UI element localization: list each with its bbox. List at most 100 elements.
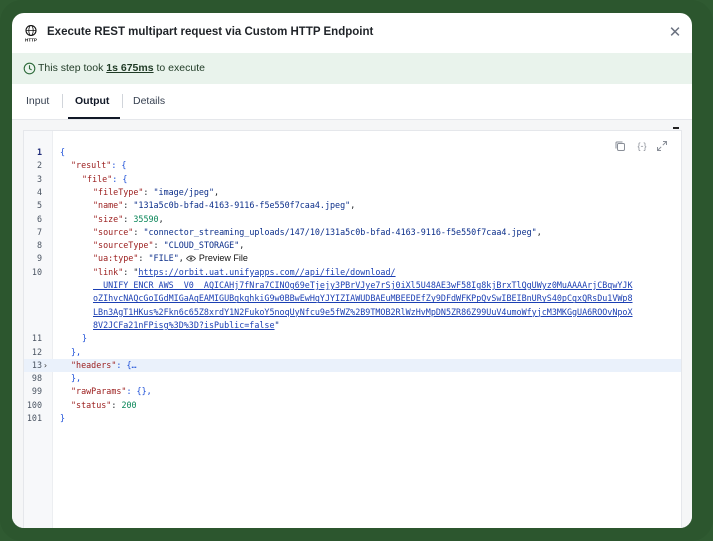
title-endpoint: Custom HTTP Endpoint	[244, 26, 374, 38]
line-number: 6	[36, 213, 42, 224]
file-download-link[interactable]: 8V2JCFa21nFPisg%3D%3D?isPublic=false	[93, 320, 275, 330]
code-text: "sourceType": "CLOUD_STORAGE",	[93, 239, 244, 252]
tab-details[interactable]: Details	[133, 95, 165, 107]
line-number: 7	[36, 226, 42, 237]
tab-output[interactable]: Output	[75, 95, 109, 107]
json-colon: :	[111, 399, 122, 410]
json-code-viewer[interactable]: {-} 1{2 "result": {3 "file": {4 "fileType":…	[23, 130, 682, 528]
json-colon: :	[143, 186, 154, 197]
code-line: 4 "fileType": "image/jpeg",	[24, 186, 681, 199]
code-line: 10 "link": "https://orbit.uat.unifyapps.c…	[24, 266, 681, 279]
code-text: "headers": {…	[71, 359, 137, 372]
code-text: "fileType": "image/jpeg",	[93, 186, 219, 199]
tab-divider	[62, 94, 63, 108]
line-number: 9	[36, 253, 42, 264]
tab-divider	[122, 94, 123, 108]
code-text: oZIhvcNAQcGoIGdMIGaAgEAMIGUBgkqhkiG9w0BB…	[93, 292, 633, 305]
title-prefix: Execute REST multipart request via	[47, 26, 245, 38]
http-icon: HTTP	[25, 24, 37, 42]
json-punctuation: {	[60, 147, 66, 157]
code-text: "source": "connector_streaming_uploads/1…	[93, 226, 542, 239]
scroll-indicator[interactable]	[673, 127, 679, 129]
code-text: "link": "https://orbit.uat.unifyapps.com…	[93, 266, 396, 279]
panel-header: HTTP Execute REST multipart request via …	[12, 13, 692, 53]
step-output-panel: HTTP Execute REST multipart request via …	[12, 13, 692, 528]
json-key: "fileType"	[93, 186, 144, 197]
code-text: LBn3AgT1HKus%2Fkn6c65Z8xrdY1N2FukoY5noqU…	[93, 306, 633, 319]
code-text: "ua:type": "FILE", Preview File	[93, 252, 248, 265]
line-number: 5	[36, 200, 42, 211]
json-key: "headers"	[71, 359, 117, 370]
json-punctuation: : {…	[116, 359, 137, 370]
code-text: "size": 35590,	[93, 213, 164, 226]
code-line: 9 "ua:type": "FILE", Preview File	[24, 252, 681, 265]
json-number: 200	[121, 399, 137, 410]
line-number: 12	[31, 346, 42, 357]
json-colon: :	[138, 253, 149, 264]
json-string: "connector_streaming_uploads/147/10/131a…	[143, 226, 537, 237]
line-number: 98	[31, 373, 42, 384]
code-line: 2 "result": {	[24, 159, 681, 172]
json-key: "sourceType"	[93, 240, 154, 251]
code-line: 5 "name": "131a5c0b-bfad-4163-9116-f5e550…	[24, 199, 681, 212]
json-key: "link"	[93, 266, 124, 277]
code-text: "result": {	[71, 159, 126, 172]
json-punctuation: : {},	[126, 386, 152, 397]
file-download-link[interactable]: https://orbit.uat.unifyapps.com//api/fil…	[138, 267, 395, 277]
code-line-wrap: LBn3AgT1HKus%2Fkn6c65Z8xrdY1N2FukoY5noqU…	[24, 306, 681, 319]
code-line: 1{	[24, 146, 681, 159]
json-string: "CLOUD_STORAGE"	[163, 240, 240, 251]
tab-input[interactable]: Input	[26, 95, 49, 107]
code-line: 99 "rawParams": {},	[24, 385, 681, 398]
code-line: 6 "size": 35590,	[24, 213, 681, 226]
file-download-link[interactable]: oZIhvcNAQcGoIGdMIGaAgEAMIGUBgkqhkiG9w0BB…	[93, 293, 633, 303]
json-string: "131a5c0b-bfad-4163-9116-f5e550f7caa4.jp…	[133, 200, 351, 211]
json-key: "file"	[82, 173, 113, 184]
line-number: 101	[26, 413, 42, 423]
code-text: "rawParams": {},	[71, 385, 152, 398]
json-key: "size"	[93, 213, 124, 224]
json-punctuation: }	[60, 413, 66, 423]
line-number: 3	[36, 173, 42, 184]
json-key: "name"	[93, 200, 124, 211]
code-text: "status": 200	[71, 399, 137, 412]
json-colon: :	[123, 266, 134, 277]
line-number: 99	[31, 386, 42, 397]
json-comma: ,	[158, 213, 164, 224]
json-key: "status"	[71, 399, 112, 410]
code-text: 8V2JCFa21nFPisg%3D%3D?isPublic=false"	[93, 319, 280, 332]
fold-toggle-icon[interactable]: ›	[43, 359, 48, 372]
execution-time-banner: This step took 1s 675ms to execute	[12, 53, 692, 84]
json-quote: "	[274, 319, 280, 330]
json-punctuation: },	[71, 373, 82, 384]
clock-icon	[23, 62, 36, 75]
close-button[interactable]: ✕	[667, 25, 683, 41]
line-number: 2	[36, 160, 42, 171]
code-text: __UNIFY_ENCR_AWS__V0__AQICAHj7fNra7CINOg…	[93, 279, 633, 292]
json-comma: ,	[239, 240, 245, 251]
json-punctuation: : {	[112, 173, 128, 184]
code-text: {	[60, 146, 65, 159]
json-colon: :	[123, 213, 134, 224]
line-number: 11	[31, 333, 42, 344]
line-number: 100	[26, 399, 42, 410]
file-download-link[interactable]: __UNIFY_ENCR_AWS__V0__AQICAHj7fNra7CINOg…	[93, 280, 633, 290]
code-text: "file": {	[82, 173, 127, 186]
file-download-link[interactable]: LBn3AgT1HKus%2Fkn6c65Z8xrdY1N2FukoY5noqU…	[93, 307, 633, 317]
code-text: }	[82, 332, 87, 345]
json-colon: :	[123, 200, 134, 211]
code-text: },	[71, 372, 81, 385]
code-line-wrap: 8V2JCFa21nFPisg%3D%3D?isPublic=false"	[24, 319, 681, 332]
line-number: 1	[36, 147, 42, 157]
code-text: }	[60, 412, 65, 425]
json-key: "rawParams"	[71, 386, 127, 397]
line-number: 13	[31, 359, 42, 370]
code-line: 101}	[24, 412, 681, 425]
preview-file-link[interactable]: Preview File	[184, 253, 248, 263]
json-string: "FILE"	[148, 253, 179, 264]
execution-time-text: This step took 1s 675ms to execute	[38, 62, 205, 74]
banner-text-before: This step took	[38, 62, 107, 74]
json-colon: :	[133, 226, 144, 237]
json-comma: ,	[214, 186, 220, 197]
json-punctuation: }	[82, 333, 88, 344]
